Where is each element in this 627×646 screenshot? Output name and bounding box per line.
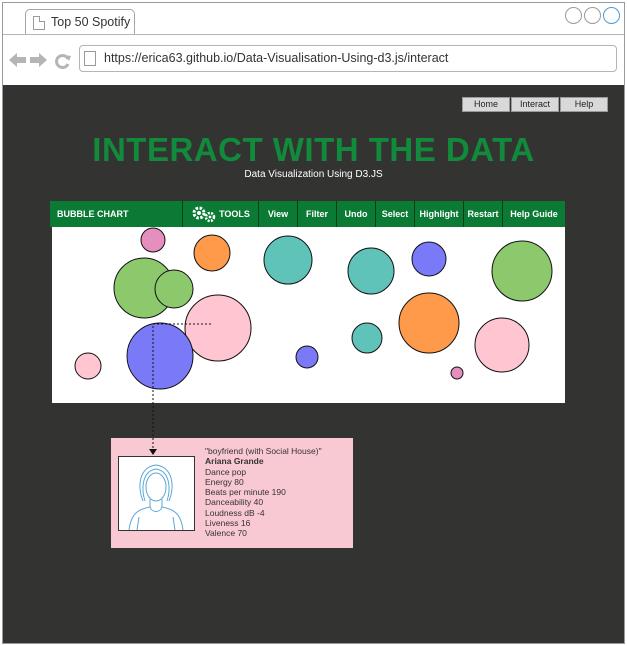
bubble[interactable]	[140, 227, 166, 253]
page-icon	[33, 16, 45, 30]
help-guide-button[interactable]: Help Guide	[502, 201, 565, 227]
page-title: INTERACT WITH THE DATA	[92, 131, 535, 168]
song-info-card: "boyfriend (with Social House)" Ariana Gr…	[111, 438, 353, 548]
chart-toolbar: BUBBLE CHART TOOLS View Filter Undo Sele…	[50, 201, 565, 227]
refresh-icon[interactable]	[55, 53, 71, 69]
back-arrow-icon[interactable]	[9, 53, 27, 67]
view-button[interactable]: View	[258, 201, 297, 227]
bubble[interactable]	[398, 292, 460, 354]
song-detail-line: Danceability 40	[205, 497, 264, 508]
gear-icon	[192, 206, 216, 223]
nav-help-button[interactable]: Help	[560, 97, 608, 112]
artist-avatar	[118, 456, 195, 531]
bubble-chart	[74, 227, 553, 390]
chart-title: BUBBLE CHART	[57, 209, 129, 219]
song-detail-line: Dance pop	[205, 466, 247, 477]
song-detail-line: Valence 70	[205, 528, 247, 539]
bubble-chart-area	[52, 227, 565, 403]
filter-button[interactable]: Filter	[297, 201, 336, 227]
forward-arrow-icon[interactable]	[30, 53, 48, 67]
page-icon	[84, 51, 96, 66]
select-button[interactable]: Select	[375, 201, 414, 227]
browser-window: Top 50 Spotify https://erica63.github.io…	[2, 2, 625, 644]
url-text: https://erica63.github.io/Data-Visualisa…	[104, 51, 449, 65]
bubble[interactable]	[411, 241, 447, 277]
undo-button[interactable]: Undo	[336, 201, 375, 227]
bubble[interactable]	[263, 235, 313, 285]
page-subtitle: Data Visualization Using D3.JS	[244, 169, 383, 180]
bubble[interactable]	[347, 247, 395, 295]
bubble[interactable]	[184, 294, 252, 362]
web-page: Home Interact Help INTERACT WITH THE DAT…	[3, 85, 624, 643]
person-icon	[128, 464, 184, 531]
bubble[interactable]	[193, 234, 231, 272]
bubble[interactable]	[126, 322, 194, 390]
minimize-icon[interactable]	[565, 7, 582, 24]
bubble[interactable]	[450, 366, 464, 380]
window-controls	[565, 7, 620, 24]
nav-home-button[interactable]: Home	[462, 97, 510, 112]
tab-title: Top 50 Spotify	[51, 15, 131, 29]
bubble[interactable]	[351, 322, 383, 354]
tools-menu[interactable]: TOOLS	[182, 201, 258, 227]
address-bar[interactable]: https://erica63.github.io/Data-Visualisa…	[79, 45, 617, 72]
song-detail-line: Liveness 16	[205, 518, 251, 529]
bubble[interactable]	[74, 352, 102, 380]
song-detail-line: Ariana Grande	[205, 456, 264, 467]
song-detail-line: Energy 80	[205, 476, 244, 487]
restart-button[interactable]: Restart	[463, 201, 502, 227]
song-detail-line: Beats per minute 190	[205, 487, 286, 498]
song-details: "boyfriend (with Social House)" Ariana Gr…	[205, 446, 322, 539]
navigation-bar: https://erica63.github.io/Data-Visualisa…	[3, 35, 624, 85]
browser-tab[interactable]: Top 50 Spotify	[25, 9, 135, 35]
bubble[interactable]	[154, 269, 194, 309]
tools-label: TOOLS	[219, 209, 250, 219]
song-detail-line: Loudness dB -4	[205, 507, 265, 518]
close-icon[interactable]	[603, 7, 620, 24]
bubble[interactable]	[295, 345, 319, 369]
nav-interact-button[interactable]: Interact	[511, 97, 559, 112]
highlight-button[interactable]: Highlight	[414, 201, 463, 227]
bubble[interactable]	[491, 240, 553, 302]
song-detail-line: "boyfriend (with Social House)"	[205, 446, 322, 456]
top-nav: Home Interact Help	[461, 97, 608, 112]
maximize-icon[interactable]	[584, 7, 601, 24]
bubble[interactable]	[474, 317, 530, 373]
